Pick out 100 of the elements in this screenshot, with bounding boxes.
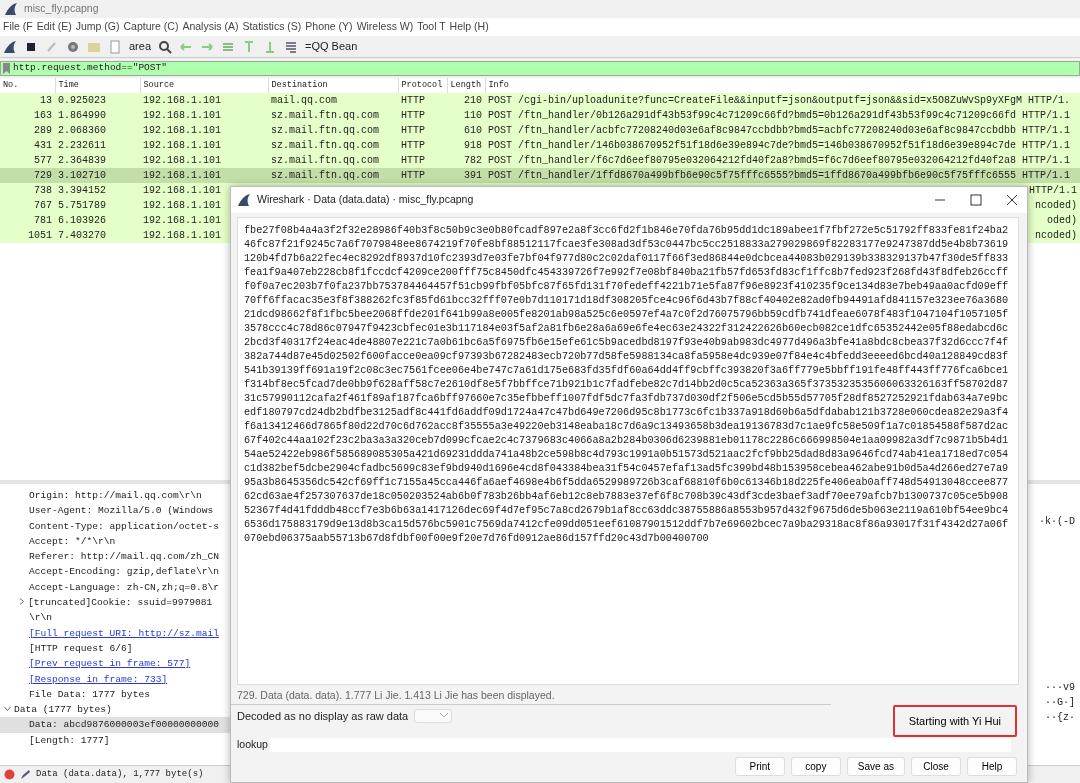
- text-line: 70ff6ffacac35e3f8f388262fc3f85fd61bcc32fff07e0b7d110171d18df308205fce4c96f6d43b7f88cf40402e82ad0fb94491afd841157e323ee76a3680: [244, 294, 1010, 309]
- table-cell: POST /ftn_handler/1ffd8670a499bfb6e90c5f75fffc6555?bmd5=1ffd8670a499bfb6e90c5f75fffc6555 HTTP/1.1: [488, 169, 1071, 181]
- table-cell: 738: [34, 184, 52, 196]
- column-header[interactable]: Protocol: [398, 78, 447, 93]
- text-line: 52367f4d41fdddb48ccf7e3b6b63a1417126dec69f4d7ef95c7a8cd2679b1af8cc63ddc38755886a8553b957d432f9675d6de5b063e2119a610bf54ee9bc4: [244, 504, 1010, 519]
- tree-item[interactable]: [Full request URI: http://sz.mail: [0, 625, 230, 641]
- table-cell: 2.232611: [58, 139, 106, 151]
- tree-item[interactable]: File Data: 1777 bytes: [0, 686, 230, 703]
- dialog-button[interactable]: copy: [790, 757, 841, 776]
- table-cell: HTTP: [401, 169, 425, 181]
- text-line: 46fc87f21f9245c7a6f7079848ee8674219f70fe8bf88512117fcae3fe308ad3df53c0447bc5cc2518833a279029869f82283177e9247387dd5e4b8b73619: [244, 238, 1010, 253]
- tree-item[interactable]: [HTTP request 6/6]: [0, 640, 230, 657]
- column-header[interactable]: Source: [140, 78, 268, 93]
- status-dot-icon: [4, 769, 15, 780]
- find-button[interactable]: Starting with Yi Hui: [892, 704, 1017, 738]
- find-field[interactable]: [269, 738, 1011, 753]
- table-cell: HTTP: [401, 109, 425, 121]
- menu-item[interactable]: Edit (E): [36, 19, 72, 35]
- tree-item[interactable]: Accept-Encoding: gzip,deflate\r\n: [0, 564, 230, 580]
- text-line: 31c57990112cafa2f461f89af187fca6bff97660e7c35efbbeff1007fdf5dc7fa3fdb737d030df2f506e5cd5b55d57705f28df8527252921fdab634a7e9bc: [244, 392, 1010, 407]
- toolbar-label: area: [129, 39, 152, 55]
- table-cell: HTTP: [401, 94, 425, 106]
- filter-field[interactable]: http.request.method=="POST": [0, 61, 1080, 76]
- table-cell: 1.864990: [58, 109, 106, 121]
- menu-item[interactable]: Help (H): [449, 19, 489, 35]
- edit-icon[interactable]: [20, 769, 31, 780]
- text-line: fea1f9a407eb228cb8f1fccdcf4209ce200fff75c8450dfc454339726f7e992f7e08bf840ba21fb57fd653fd83cf1ffc8b7fed923f268fd43f8dfeb26ccff: [244, 266, 1010, 281]
- text-line: 54ae52422eb986f585689085305a421d69231ddda741a48b2ce598b8c4d793c1991a0b51573d521aac2fcf9bb25dad8d83a9646fcd74ab41ea1718ed7c054: [244, 448, 1010, 463]
- tree-item[interactable]: Accept-Language: zh-CN,zh;q=0.8\r: [0, 579, 230, 596]
- text-line: 2bcd3f40317f24eac4de48807e221c7a0b61bc6a5f6975fb6e15efe61c5b9acedbd8197f93e40b9ab983dc4977d496a3bfe41a8bdc8cbea37f32d6ccc7f4f: [244, 336, 1010, 351]
- table-cell: 192.168.1.101: [143, 184, 221, 196]
- text-line: 95a3b8645356dc542cf69ff1c7155a45cca446fa6aef4698e4b6f5dda6529989726b3caf68810f6b0c61346b18d225fe406eab0aff748d54913048ccee877: [244, 476, 1010, 491]
- menu-item[interactable]: Analysis (A): [182, 19, 239, 35]
- tree-item[interactable]: Accept: */*\r\n: [0, 533, 230, 550]
- table-cell: 5.751789: [58, 199, 106, 211]
- tree-item[interactable]: User-Agent: Mozilla/5.0 (Windows: [0, 503, 230, 519]
- tree-item[interactable]: [Length: 1777]: [0, 732, 230, 749]
- search-icon[interactable]: [158, 39, 173, 54]
- file-icon[interactable]: [108, 39, 122, 54]
- table-cell: 210: [464, 94, 482, 106]
- table-cell: HTTP/1.1: [1029, 184, 1077, 196]
- shark-fin-icon: [237, 193, 251, 208]
- menu-item[interactable]: Tool T: [417, 19, 446, 35]
- table-cell: 192.168.1.101: [143, 109, 221, 121]
- tree-item[interactable]: Data: abcd9876000003ef00000000000: [0, 717, 230, 733]
- table-cell: 782: [464, 154, 482, 166]
- tree-item[interactable]: Origin: http://mail.qq.com\r\n: [0, 488, 230, 504]
- table-cell: 192.168.1.101: [143, 229, 221, 241]
- table-cell: HTTP: [401, 154, 425, 166]
- menu-item[interactable]: Jump (G): [75, 19, 120, 35]
- column-header[interactable]: Info: [485, 78, 1080, 93]
- table-cell: 918: [464, 139, 482, 151]
- expanded-caret-icon[interactable]: [4, 705, 11, 713]
- options-icon[interactable]: [66, 39, 80, 54]
- table-cell: 13: [40, 94, 52, 106]
- table-cell: POST /cgi-bin/uploadunite?func=CreateFile&&inputf=json&outputf=json&&sid=x5O8ZuWvSp9yXFgM HTTP/1.: [488, 94, 1071, 106]
- table-cell: POST /ftn_handler/f6c7d6eef80795e032064212fd40f2a8?bmd5=f6c7d6eef80795e032064212fd40f2a8 HTTP/1.1: [488, 154, 1071, 166]
- tree-item[interactable]: [Prev request in frame: 577]: [0, 656, 230, 672]
- menu-item[interactable]: Phone (Y): [305, 19, 353, 35]
- menu-item[interactable]: File (F: [3, 19, 33, 35]
- menu-item[interactable]: Capture (C): [123, 19, 179, 35]
- column-header[interactable]: No.: [0, 78, 55, 93]
- column-header[interactable]: Destination: [268, 78, 398, 93]
- shark-fin-icon[interactable]: [3, 39, 17, 54]
- tree-item[interactable]: [truncated]Cookie: ssuid=9979081: [0, 595, 230, 611]
- table-cell: 0.925023: [58, 94, 106, 106]
- text-line: 3578ccc4c78d86c07947f9423cbfec01e3b117184e03f5af2a81fb6e28a6a69e6fe4ec63e24322f312422626b60ecb082ce1dfc65352442e05f88edabcd6c: [244, 322, 1010, 337]
- tree-item[interactable]: Data (1777 bytes): [0, 702, 230, 718]
- text-area[interactable]: [237, 217, 1019, 685]
- menu-item[interactable]: Wireless W): [356, 19, 414, 35]
- menu-item[interactable]: Statistics (S): [242, 19, 302, 35]
- column-header[interactable]: Time: [55, 78, 140, 93]
- text-line: c1d382bef5dcbe2904cfadbc5699c83ef9bd940d1696e4cd8f043384bea31f54c0457efaf13ad5fc399bd48b153958cebea462abe91b0d5a4d266ed27e7a9: [244, 462, 1010, 477]
- toolbar-label: =QQ Bean: [305, 39, 358, 55]
- dialog-button[interactable]: Help: [967, 757, 1017, 776]
- tree-item[interactable]: Referer: http://mail.qq.com/zh_CN: [0, 549, 230, 565]
- table-cell: sz.mail.ftn.qq.com: [271, 109, 380, 121]
- caret-icon: [439, 713, 448, 719]
- status-text: 729. Data (data. data). 1.777 Li Jie. 1.413 Li Jie has been displayed.: [231, 685, 831, 705]
- hex-ascii-text: ··{z·: [1045, 711, 1075, 725]
- tree-item[interactable]: \r\n: [0, 610, 230, 626]
- table-cell: 192.168.1.101: [143, 199, 221, 211]
- table-cell: POST /ftn_handler/acbfc77208240d03e6af8c9847ccbdbb?bmd5=acbfc77208240d03e6af8c9847ccbdbb HTTP/1.1: [488, 124, 1071, 136]
- text-line: 67f402c44aa102f23c2ba3a3a320ceb7d099cfcae2c4c7379683c4066a8a2b284b0306d6239881eb01178c2286c666998504e1aa09982a3df7c9871b5b4d1: [244, 434, 1010, 449]
- text-line: edf180797cd24db2bdfbe3125adf8c441fd6addf09d1724a47c47bd649e7206d95c8b1773c6fc1b337a918d60b6a5dfdabab121b3728e060cdea82e29a3f4: [244, 406, 1010, 421]
- tree-item[interactable]: Content-Type: application/octet-s: [0, 518, 230, 534]
- dialog-button[interactable]: Close: [911, 757, 961, 776]
- dialog-button[interactable]: Save as: [846, 757, 905, 776]
- tree-item[interactable]: [Response in frame: 733]: [0, 671, 230, 687]
- table-cell: 729: [34, 169, 52, 181]
- table-cell: POST /ftn_handler/0b126a291df43b53f99c4c71209c66fd?bmd5=0b126a291df43b53f99c4c71209c66fd HTTP/1.1: [488, 109, 1071, 121]
- column-header[interactable]: Length: [447, 78, 485, 93]
- table-cell: 192.168.1.101: [143, 169, 221, 181]
- table-cell: HTTP: [401, 124, 425, 136]
- table-cell: sz.mail.ftn.qq.com: [271, 139, 380, 151]
- dialog-button[interactable]: Print: [734, 757, 785, 776]
- decode-label: Decoded as no display as raw data: [237, 708, 409, 724]
- autoscroll-icon[interactable]: [284, 39, 299, 54]
- window-title: misc_fly.pcapng: [24, 1, 99, 17]
- collapsed-caret-icon[interactable]: [18, 598, 25, 606]
